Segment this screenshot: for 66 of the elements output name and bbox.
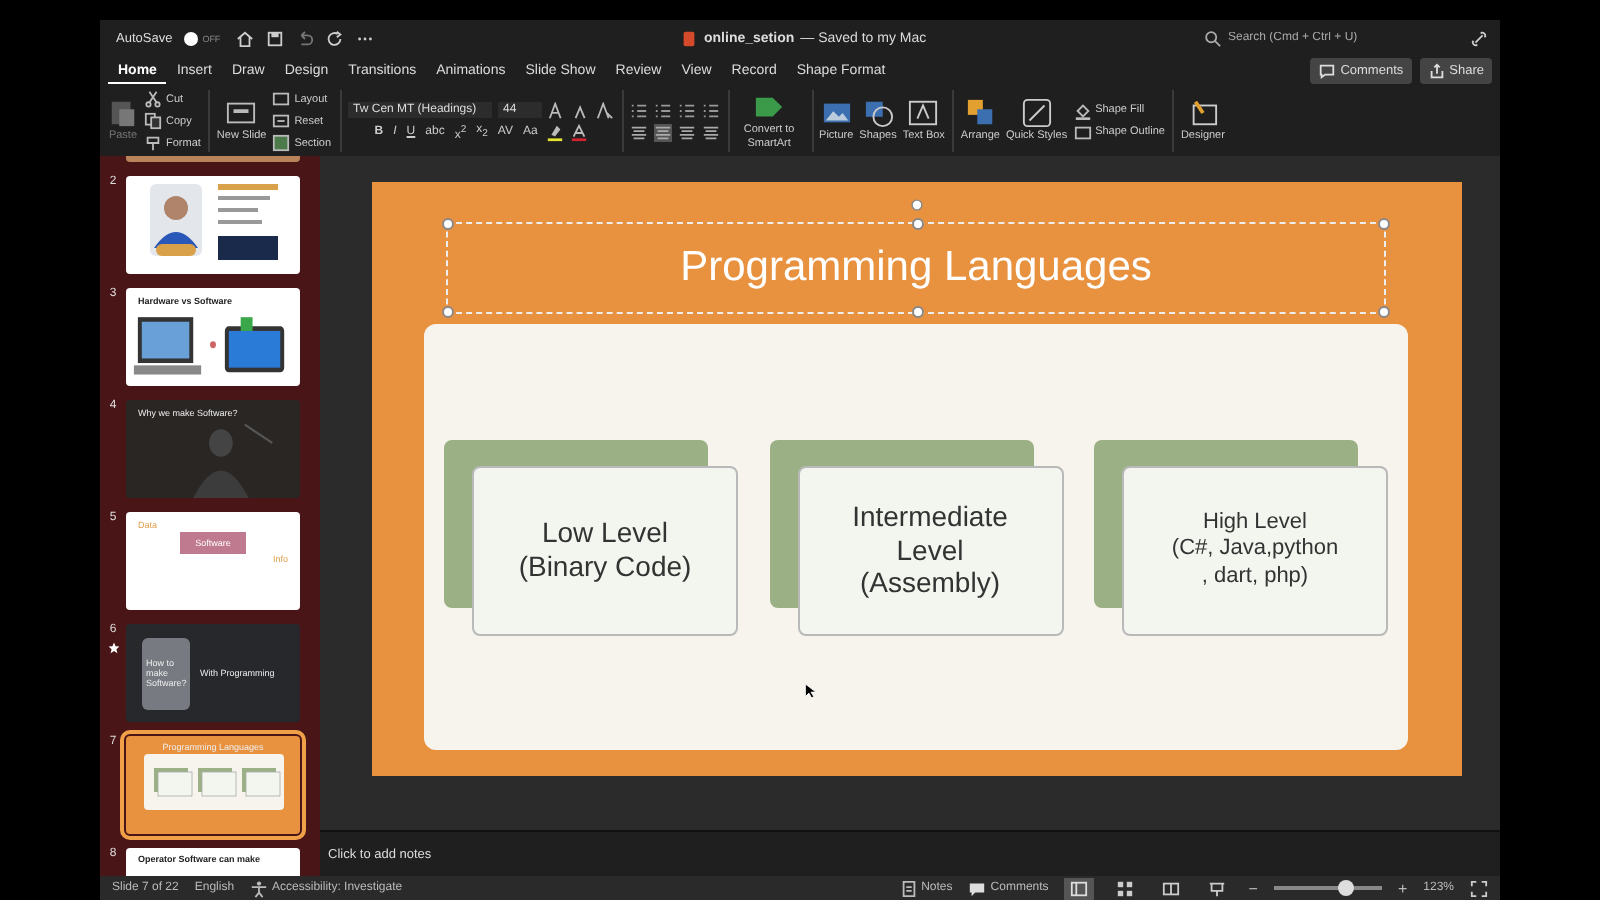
card-text: Level: [896, 533, 964, 567]
card-text: (C#, Java,python: [1171, 536, 1339, 564]
search-icon: [1204, 29, 1222, 47]
clear-format-icon[interactable]: [595, 101, 614, 119]
paint-bucket-icon: [1073, 101, 1092, 119]
list-icon[interactable]: [701, 101, 720, 119]
highlight-icon[interactable]: [545, 123, 564, 141]
resize-handle[interactable]: [442, 218, 454, 230]
comment-icon: [968, 879, 987, 897]
slide-thumbnail[interactable]: [126, 156, 300, 162]
undo-icon[interactable]: [296, 29, 315, 47]
presentation-icon: [1208, 879, 1227, 897]
text-lines-drawing: [218, 184, 278, 260]
redo-icon[interactable]: [326, 29, 345, 47]
fit-to-window-icon[interactable]: [1470, 879, 1488, 897]
quick-styles-icon: [1021, 98, 1052, 129]
resize-handle[interactable]: [912, 218, 924, 230]
arrange-icon: [965, 98, 996, 129]
list-icon[interactable]: [629, 101, 648, 119]
card-text: (Assembly): [859, 566, 1000, 601]
zoom-in-button[interactable]: +: [1397, 879, 1408, 897]
card-text: Low Level: [541, 516, 669, 550]
reset-icon: [272, 112, 291, 130]
list-icon[interactable]: [653, 101, 672, 119]
align-icon[interactable]: [701, 123, 720, 141]
accessibility-icon: [250, 879, 269, 897]
slide-preview-drawing: [143, 754, 283, 810]
pen-icon: [1073, 123, 1092, 141]
designer-icon: [1187, 98, 1218, 129]
card-text: High Level: [1203, 510, 1307, 537]
book-icon: [1162, 879, 1181, 897]
align-icon[interactable]: [677, 123, 696, 141]
list-icon[interactable]: [677, 101, 696, 119]
save-icon[interactable]: [266, 29, 285, 47]
document-icon: [680, 29, 698, 47]
text-box-icon: [908, 98, 939, 129]
shrink-font-icon[interactable]: [571, 101, 590, 119]
layout-icon: [272, 90, 291, 108]
card-text: , dart, php): [1201, 563, 1309, 590]
mouse-cursor: [804, 682, 818, 700]
grow-font-icon[interactable]: [547, 101, 566, 119]
align-icon[interactable]: [629, 123, 648, 141]
slide-thumbnail[interactable]: [126, 176, 300, 274]
notes-icon: [899, 879, 918, 897]
align-icon[interactable]: [653, 123, 672, 141]
rotate-handle[interactable]: [909, 198, 923, 212]
normal-view-icon: [1070, 879, 1089, 897]
resize-handle[interactable]: [912, 306, 924, 318]
resize-handle[interactable]: [1378, 306, 1390, 318]
copy-icon: [144, 112, 162, 130]
resize-handle[interactable]: [1378, 218, 1390, 230]
clipboard-icon: [108, 98, 138, 129]
normal-view-button[interactable]: [1064, 877, 1095, 899]
slide-icon: [226, 98, 257, 129]
share-icon: [1427, 62, 1446, 80]
resize-handle[interactable]: [442, 306, 454, 318]
grid-icon: [1116, 879, 1135, 897]
comment-icon: [1318, 62, 1337, 80]
scissors-icon: [144, 90, 162, 108]
card-text: Intermediate: [852, 499, 1008, 534]
home-icon[interactable]: [236, 29, 255, 47]
section-icon: [272, 134, 291, 152]
font-color-icon[interactable]: [569, 123, 588, 141]
shapes-icon: [863, 98, 893, 129]
card-text: (Binary Code): [518, 550, 692, 584]
zoom-out-button[interactable]: −: [1248, 879, 1258, 897]
